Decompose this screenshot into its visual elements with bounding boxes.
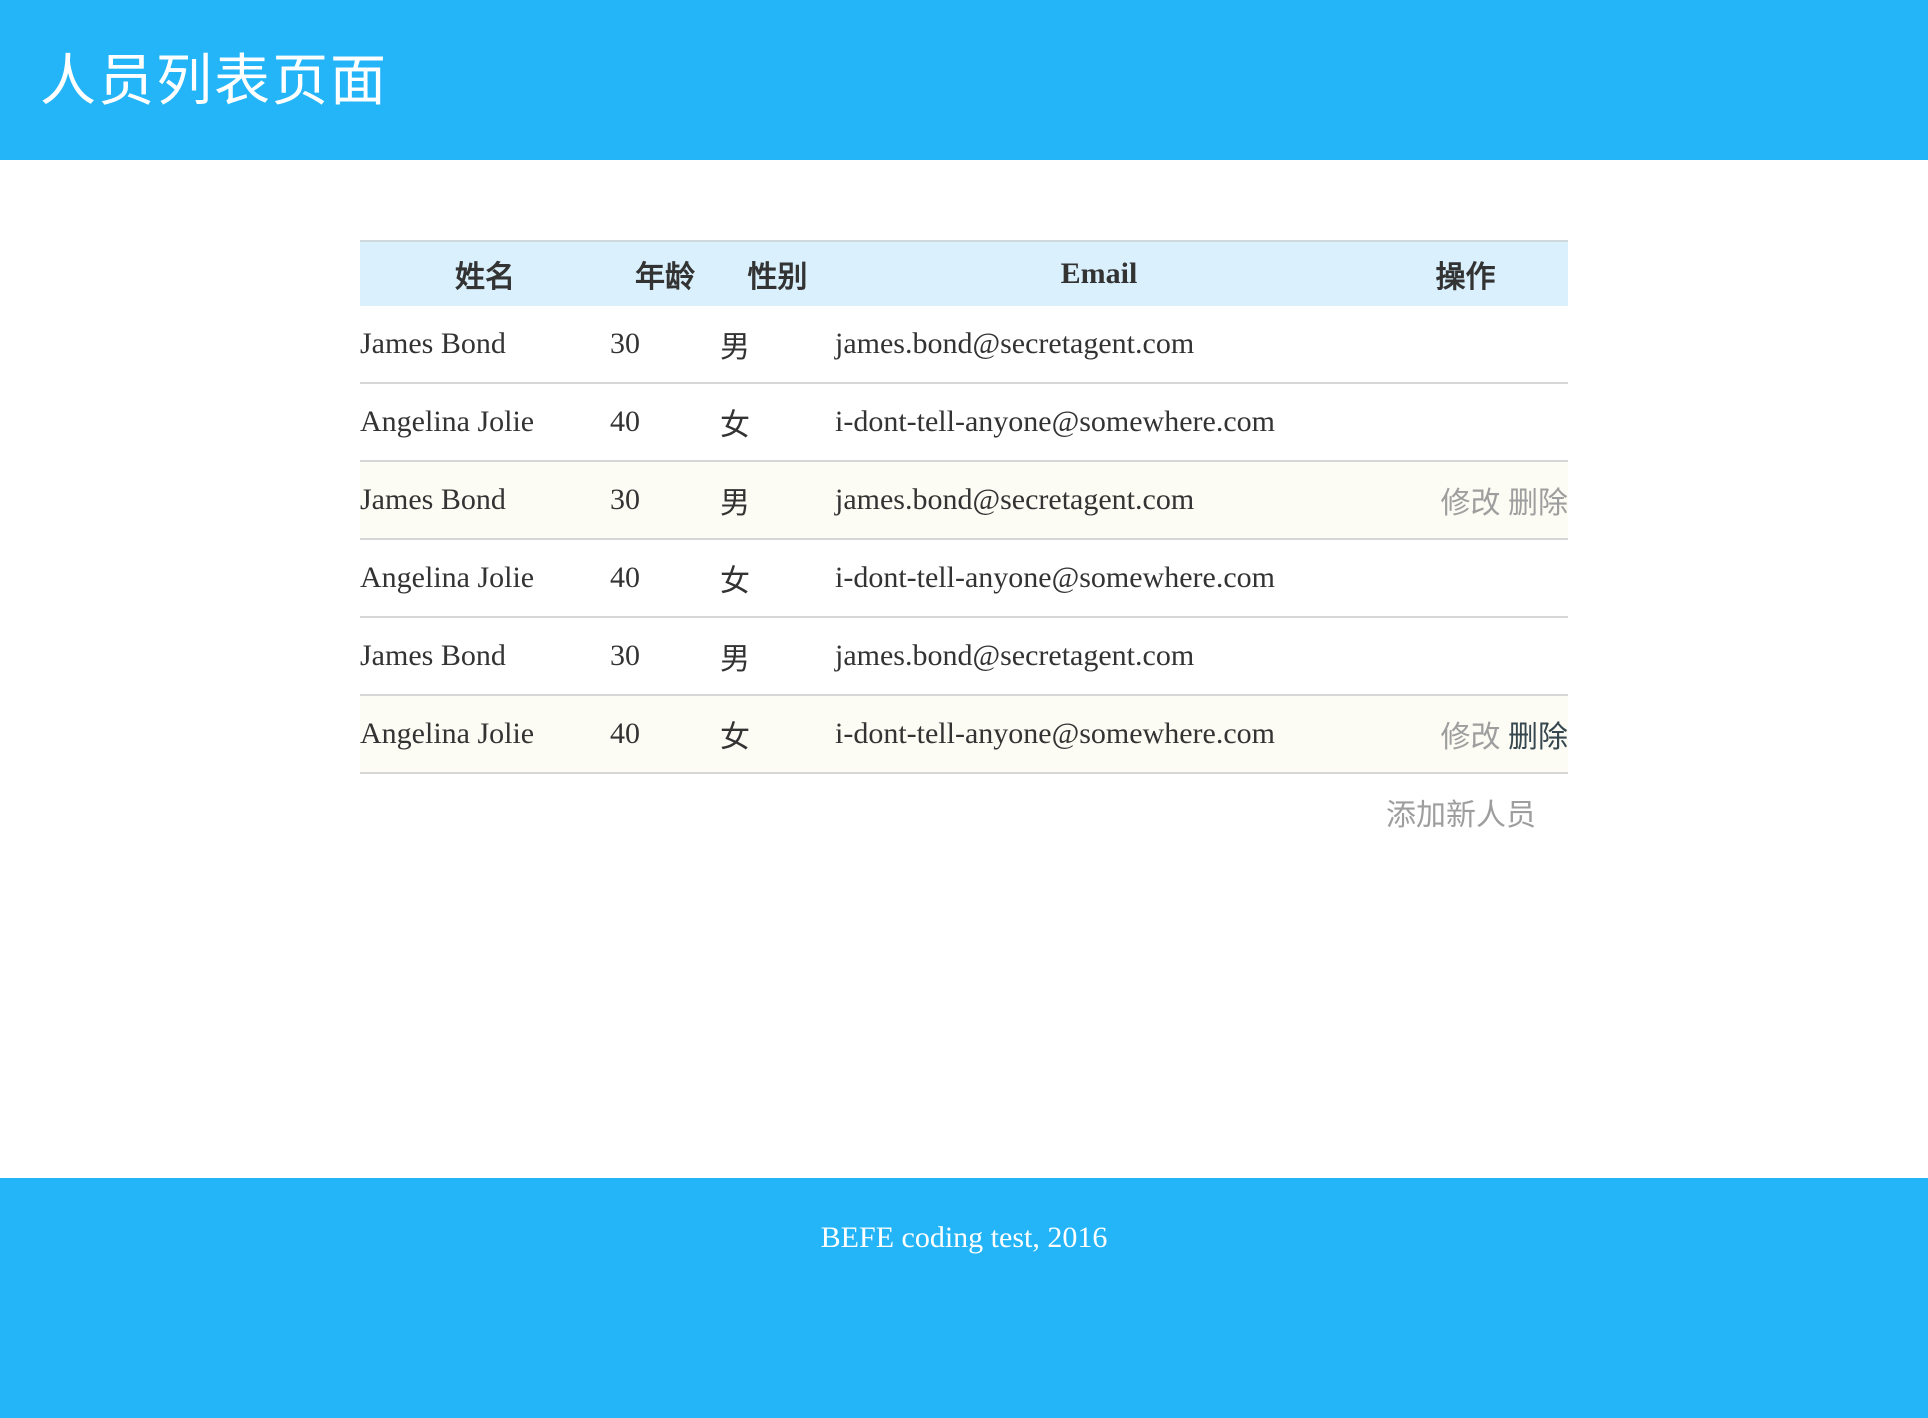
cell-gender: 男 [720, 306, 835, 384]
page-header: 人员列表页面 [0, 0, 1928, 160]
cell-gender: 男 [720, 617, 835, 696]
cell-email: i-dont-tell-anyone@somewhere.com [835, 695, 1363, 774]
cell-actions: 修改 删除 [1363, 461, 1568, 540]
page-title: 人员列表页面 [40, 51, 388, 113]
edit-link[interactable]: 修改 [1441, 721, 1501, 754]
cell-age: 30 [610, 306, 720, 384]
cell-gender: 女 [720, 695, 835, 774]
cell-actions [1363, 617, 1568, 696]
column-header-actions: 操作 [1435, 261, 1496, 294]
edit-link[interactable]: 修改 [1441, 487, 1501, 520]
cell-actions: 修改 删除 [1363, 695, 1568, 774]
cell-gender: 男 [720, 461, 835, 540]
table-row-hovered: James Bond 30 男 james.bond@secretagent.c… [360, 461, 1568, 540]
cell-name: James Bond [360, 306, 610, 384]
cell-age: 30 [610, 617, 720, 696]
add-person-link[interactable]: 添加新人员 [1386, 799, 1536, 832]
cell-name: Angelina Jolie [360, 539, 610, 618]
delete-link[interactable]: 删除 [1508, 721, 1568, 754]
delete-link[interactable]: 删除 [1508, 487, 1568, 520]
cell-email: james.bond@secretagent.com [835, 617, 1363, 696]
cell-actions [1363, 306, 1568, 384]
cell-age: 40 [610, 383, 720, 462]
people-table: 姓名 年龄 性别 Email 操作 James Bond 30 男 james.… [360, 240, 1568, 774]
column-header-age: 年龄 [635, 261, 695, 294]
main-content: 姓名 年龄 性别 Email 操作 James Bond 30 男 james.… [360, 240, 1568, 838]
table-row: Angelina Jolie 40 女 i-dont-tell-anyone@s… [360, 539, 1568, 618]
page-footer: BEFE coding test, 2016 [0, 1178, 1928, 1418]
add-row: 添加新人员 [360, 794, 1568, 838]
cell-name: Angelina Jolie [360, 383, 610, 462]
cell-email: james.bond@secretagent.com [835, 461, 1363, 540]
table-row: Angelina Jolie 40 女 i-dont-tell-anyone@s… [360, 383, 1568, 462]
table-header-row: 姓名 年龄 性别 Email 操作 [360, 241, 1568, 306]
table-row: James Bond 30 男 james.bond@secretagent.c… [360, 306, 1568, 384]
cell-email: i-dont-tell-anyone@somewhere.com [835, 383, 1363, 462]
cell-gender: 女 [720, 383, 835, 462]
column-header-email: Email [1060, 257, 1138, 290]
table-row-hovered: Angelina Jolie 40 女 i-dont-tell-anyone@s… [360, 695, 1568, 774]
cell-age: 40 [610, 695, 720, 774]
table-header: 姓名 年龄 性别 Email 操作 [360, 241, 1568, 306]
table-row: James Bond 30 男 james.bond@secretagent.c… [360, 617, 1568, 696]
cell-name: James Bond [360, 461, 610, 540]
column-header-gender: 性别 [747, 261, 808, 294]
cell-actions [1363, 383, 1568, 462]
cell-actions [1363, 539, 1568, 618]
footer-text: BEFE coding test, 2016 [820, 1221, 1108, 1254]
cell-age: 40 [610, 539, 720, 618]
cell-name: Angelina Jolie [360, 695, 610, 774]
cell-email: i-dont-tell-anyone@somewhere.com [835, 539, 1363, 618]
cell-age: 30 [610, 461, 720, 540]
cell-gender: 女 [720, 539, 835, 618]
cell-email: james.bond@secretagent.com [835, 306, 1363, 384]
cell-name: James Bond [360, 617, 610, 696]
column-header-name: 姓名 [455, 261, 515, 294]
table-body: James Bond 30 男 james.bond@secretagent.c… [360, 306, 1568, 774]
